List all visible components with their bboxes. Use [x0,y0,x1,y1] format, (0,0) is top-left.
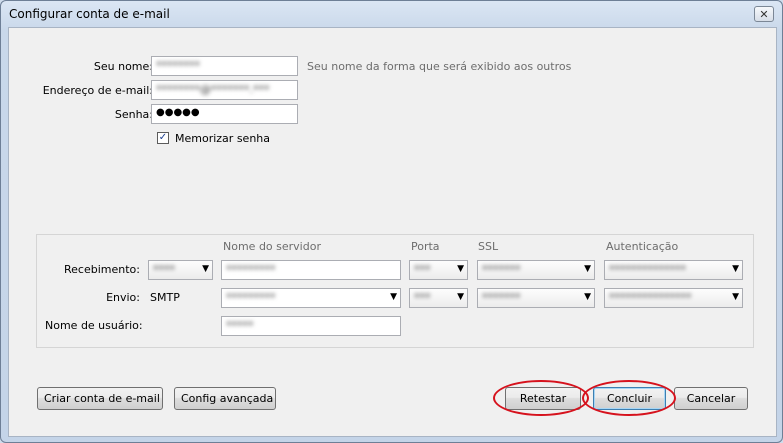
email-label: Endereço de e-mail: [42,84,153,97]
account-setup-dialog: Configurar conta de e-mail ✕ Seu nome: *… [0,0,783,443]
chevron-down-icon: ▼ [584,264,591,274]
chevron-down-icon: ▼ [457,292,464,302]
server-settings-panel: Nome do servidor Porta SSL Autenticação … [36,234,754,348]
incoming-auth-select[interactable]: ************** ▼ [604,260,743,280]
outgoing-ssl-select[interactable]: ******* ▼ [477,288,595,308]
name-label: Seu nome: [93,60,153,73]
chevron-down-icon: ▼ [202,264,209,274]
email-value: ********@*******.*** [156,83,270,96]
chevron-down-icon: ▼ [457,264,464,274]
outgoing-port-value: *** [414,291,431,304]
create-account-button[interactable]: Criar conta de e-mail [37,387,163,410]
header-ssl: SSL [478,240,499,253]
incoming-ssl-value: ******* [482,263,521,276]
outgoing-port-select[interactable]: *** ▼ [409,288,468,308]
chevron-down-icon: ▼ [732,292,739,302]
header-server-name: Nome do servidor [223,240,321,253]
incoming-server-input[interactable]: ********* [221,260,401,280]
cancel-button[interactable]: Cancelar [674,387,748,410]
email-input[interactable]: ********@*******.*** [151,80,298,100]
incoming-server-value: ********* [226,263,276,276]
retest-button[interactable]: Retestar [505,387,581,410]
password-input[interactable]: ●●●●● [151,104,298,124]
outgoing-server-select[interactable]: ********* ▼ [221,288,401,308]
outgoing-auth-value: *************** [609,291,692,304]
close-button[interactable]: ✕ [754,6,774,22]
incoming-port-value: *** [414,263,431,276]
outgoing-server-value: ********* [226,291,276,304]
remember-password-checkbox[interactable]: ✓ [157,132,169,144]
chevron-down-icon: ▼ [390,292,397,302]
name-value: ******** [156,59,200,72]
outgoing-label: Envio: [106,291,140,304]
incoming-label: Recebimento: [64,263,140,276]
incoming-protocol-value: **** [153,263,175,276]
dialog-body: Seu nome: ******** Seu nome da forma que… [8,27,777,437]
name-hint: Seu nome da forma que será exibido aos o… [307,60,572,73]
password-label: Senha: [114,108,153,121]
incoming-protocol-select[interactable]: **** ▼ [148,260,213,280]
advanced-config-button[interactable]: Config avançada [174,387,276,410]
outgoing-auth-select[interactable]: *************** ▼ [604,288,743,308]
username-input[interactable]: ***** [221,316,401,336]
dialog-title: Configurar conta de e-mail [9,7,170,21]
outgoing-protocol: SMTP [150,291,180,304]
incoming-ssl-select[interactable]: ******* ▼ [477,260,595,280]
incoming-port-select[interactable]: *** ▼ [409,260,468,280]
title-bar: Configurar conta de e-mail ✕ [1,1,782,27]
remember-password-label: Memorizar senha [175,132,270,145]
username-label: Nome de usuário: [45,319,143,332]
header-port: Porta [411,240,440,253]
chevron-down-icon: ▼ [584,292,591,302]
finish-button[interactable]: Concluir [593,387,666,410]
chevron-down-icon: ▼ [732,264,739,274]
name-input[interactable]: ******** [151,56,298,76]
header-auth: Autenticação [606,240,679,253]
password-value: ●●●●● [156,107,200,118]
username-value: ***** [226,319,254,332]
close-icon: ✕ [759,8,769,21]
incoming-auth-value: ************** [609,263,686,276]
outgoing-ssl-value: ******* [482,291,521,304]
